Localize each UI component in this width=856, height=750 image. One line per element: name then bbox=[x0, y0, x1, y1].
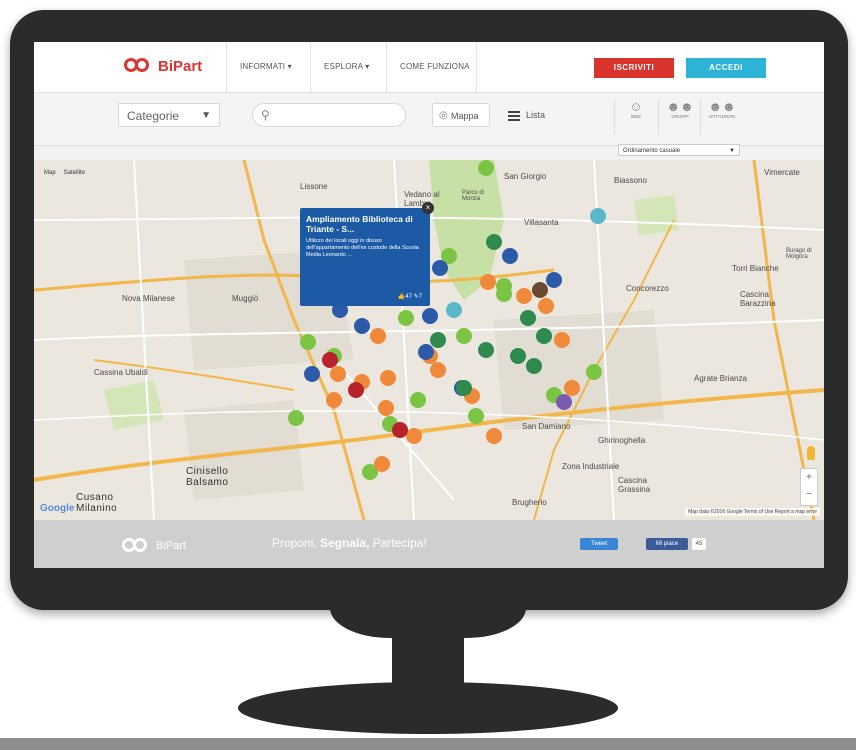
place-label: Cassina Ubaldi bbox=[94, 368, 148, 377]
place-label: Vimercate bbox=[764, 168, 800, 177]
place-label: Lissone bbox=[300, 182, 328, 191]
filter-idee[interactable]: ☺ IDEE bbox=[618, 99, 654, 119]
nav-item-informati[interactable]: INFORMATI ▾ bbox=[240, 62, 292, 71]
nav-divider bbox=[476, 42, 477, 92]
facebook-like-button[interactable]: Mi piace bbox=[646, 538, 688, 550]
view-list-button[interactable]: Lista bbox=[508, 105, 545, 125]
zoom-out-icon[interactable]: − bbox=[801, 486, 817, 503]
popup-likes: 47 bbox=[405, 294, 412, 300]
place-label: Concorezzo bbox=[626, 284, 669, 293]
nav-divider bbox=[226, 42, 227, 92]
monitor-stem bbox=[392, 630, 464, 690]
map-type-satellite[interactable]: Satellite bbox=[64, 170, 85, 176]
filter-istituzioni[interactable]: ☻☻ ISTITUZIONI bbox=[704, 99, 740, 119]
logo-icon bbox=[122, 536, 150, 556]
brand-name: BiPart bbox=[158, 57, 203, 75]
idea-people-icon: ☺ bbox=[629, 99, 643, 114]
map-type-toggle[interactable]: Map Satellite bbox=[44, 170, 93, 176]
list-icon bbox=[508, 110, 520, 121]
login-button[interactable]: ACCEDI bbox=[686, 58, 766, 78]
place-label: Biassono bbox=[614, 176, 647, 185]
place-label: Villasanta bbox=[524, 218, 559, 227]
place-label: Cusano Milanino bbox=[76, 492, 118, 514]
place-label: Nova Milanese bbox=[122, 294, 175, 303]
zoom-control[interactable]: + − bbox=[800, 468, 818, 506]
chevron-down-icon: ▾ bbox=[365, 62, 370, 71]
popup-title[interactable]: Ampliamento Biblioteca di Triante - S... bbox=[306, 214, 424, 234]
search-input[interactable]: ⚲ bbox=[252, 103, 406, 127]
filter-gruppi[interactable]: ☻☻ GRUPPI bbox=[662, 99, 698, 119]
place-label: Agrate Brianza bbox=[694, 374, 747, 383]
street-view-pegman-icon[interactable] bbox=[807, 446, 815, 460]
place-label: San Damiano bbox=[522, 422, 571, 431]
place-label: Cascina Barazzina bbox=[740, 290, 776, 308]
chevron-down-icon: ▾ bbox=[287, 62, 292, 71]
filter-divider bbox=[700, 99, 701, 135]
nav-item-come-funziona[interactable]: COME FUNZIONA bbox=[400, 62, 470, 71]
top-navbar: BiPart INFORMATI ▾ ESPLORA ▾ COME FUNZIO… bbox=[34, 42, 824, 93]
map-type-map[interactable]: Map bbox=[44, 170, 56, 176]
toolbar: Categorie ▼ ⚲ ◎ Mappa Lista ☺ IDEE ☻☻ GR… bbox=[34, 93, 824, 146]
popup-description: Utilizzo dei locali oggi in disuso dell'… bbox=[306, 238, 419, 258]
footer-slogan: Proponi, Segnala, Partecipa! bbox=[272, 536, 427, 550]
chevron-down-icon: ▼ bbox=[201, 110, 211, 121]
category-select[interactable]: Categorie ▼ bbox=[118, 103, 220, 127]
place-label: Cinisello Balsamo bbox=[186, 466, 229, 488]
map-pin-icon: ◎ bbox=[439, 110, 448, 121]
marker-popup[interactable]: Ampliamento Biblioteca di Triante - S...… bbox=[300, 202, 434, 306]
footer-logo[interactable]: BiPart bbox=[122, 536, 186, 556]
footer-brand: BiPart bbox=[156, 540, 186, 552]
logo-icon bbox=[124, 56, 152, 76]
place-label: Cascina Grassina bbox=[618, 476, 651, 494]
place-label: Torri Bianche bbox=[732, 264, 779, 273]
nav-divider bbox=[310, 42, 311, 92]
map-canvas[interactable]: Map Satellite Lissone Vedano al Lambro Sa… bbox=[34, 160, 824, 520]
view-map-button[interactable]: ◎ Mappa bbox=[432, 103, 490, 127]
nav-item-esplora[interactable]: ESPLORA ▾ bbox=[324, 62, 369, 71]
signup-button[interactable]: ISCRIVITI bbox=[594, 58, 674, 78]
map-attribution[interactable]: Map data ©2016 Google Terms of Use Repor… bbox=[685, 508, 820, 516]
monitor-base bbox=[238, 682, 618, 734]
nav-divider bbox=[386, 42, 387, 92]
popup-comments: 7 bbox=[418, 294, 422, 300]
filter-divider bbox=[658, 99, 659, 135]
institutions-icon: ☻☻ bbox=[708, 99, 736, 114]
facebook-like-count: 45 bbox=[692, 538, 706, 550]
place-label: Ghirinoghella bbox=[598, 436, 646, 445]
popup-stats: 👍47 ✎7 bbox=[398, 293, 422, 300]
place-label: Burago di Molgora bbox=[786, 248, 812, 260]
caret-down-icon: ▼ bbox=[729, 148, 735, 154]
google-logo: Google bbox=[40, 503, 75, 514]
zoom-in-icon[interactable]: + bbox=[801, 469, 817, 486]
floor-strip bbox=[0, 738, 856, 750]
footer: BiPart Proponi, Segnala, Partecipa! Twee… bbox=[34, 520, 824, 568]
brand-logo[interactable]: BiPart bbox=[124, 56, 202, 76]
groups-icon: ☻☻ bbox=[666, 99, 694, 114]
close-icon[interactable]: × bbox=[422, 202, 434, 214]
place-label: Zona Industriale bbox=[562, 462, 620, 471]
place-label: Brugherio bbox=[512, 498, 547, 507]
place-label: Parco di Monza bbox=[462, 190, 485, 202]
place-label: San Giorgio bbox=[504, 172, 547, 181]
order-select[interactable]: Ordinamento casuale ▼ bbox=[618, 144, 740, 156]
tweet-button[interactable]: Tweet bbox=[580, 538, 618, 550]
filter-divider bbox=[614, 99, 615, 135]
search-icon: ⚲ bbox=[261, 108, 270, 122]
place-label: Muggiò bbox=[232, 294, 259, 303]
screen: BiPart INFORMATI ▾ ESPLORA ▾ COME FUNZIO… bbox=[34, 42, 824, 568]
